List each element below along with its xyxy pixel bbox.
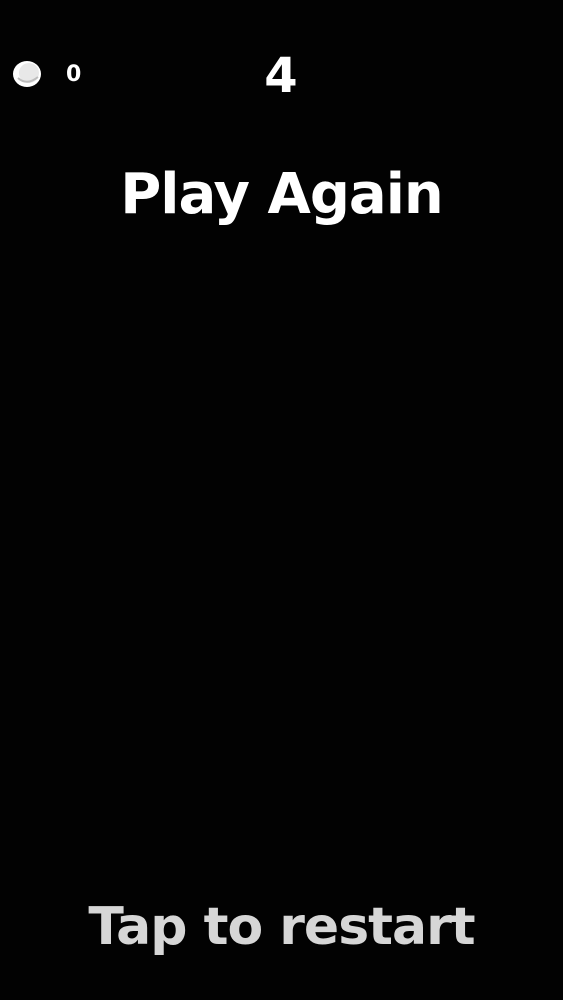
score-counter: 4 xyxy=(264,48,298,104)
coin-icon xyxy=(10,57,44,91)
play-again-button[interactable]: Play Again xyxy=(60,160,503,230)
game-over-screen[interactable]: 0 4 Play Again Tap to restart xyxy=(0,0,563,1000)
tap-to-restart-prompt[interactable]: Tap to restart xyxy=(40,893,523,961)
hud-bar: 0 4 xyxy=(0,0,563,120)
coin-count: 0 xyxy=(66,62,82,87)
